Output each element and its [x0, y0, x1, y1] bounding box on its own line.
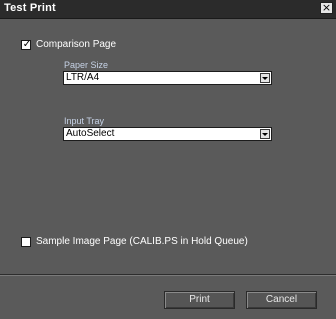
divider [0, 274, 336, 276]
paper-size-label: Paper Size [64, 60, 109, 70]
input-tray-label: Input Tray [64, 116, 105, 126]
close-icon: × [321, 1, 332, 14]
comparison-page-label: Comparison Page [36, 39, 117, 50]
input-tray-select[interactable]: AutoSelect [63, 127, 272, 141]
print-button[interactable]: Print [164, 291, 235, 309]
checkmark-icon: ✓ [22, 39, 32, 50]
sample-image-page-label: Sample Image Page (CALIB.PS in Hold Queu… [36, 236, 248, 247]
comparison-page-checkbox[interactable]: ✓ [21, 39, 32, 50]
test-print-dialog: Test Print × ✓ Comparison Page Paper Siz… [0, 0, 336, 319]
cancel-button[interactable]: Cancel [246, 291, 317, 309]
paper-size-select[interactable]: LTR/A4 [63, 71, 272, 85]
paper-size-value: LTR/A4 [66, 72, 100, 83]
input-tray-value: AutoSelect [66, 128, 115, 139]
sample-image-page-checkbox[interactable] [21, 237, 31, 247]
window-title: Test Print [4, 2, 56, 14]
chevron-down-icon[interactable] [260, 73, 270, 83]
chevron-down-icon[interactable] [260, 129, 270, 139]
title-bar: Test Print × [0, 0, 336, 19]
close-button[interactable]: × [320, 2, 333, 14]
